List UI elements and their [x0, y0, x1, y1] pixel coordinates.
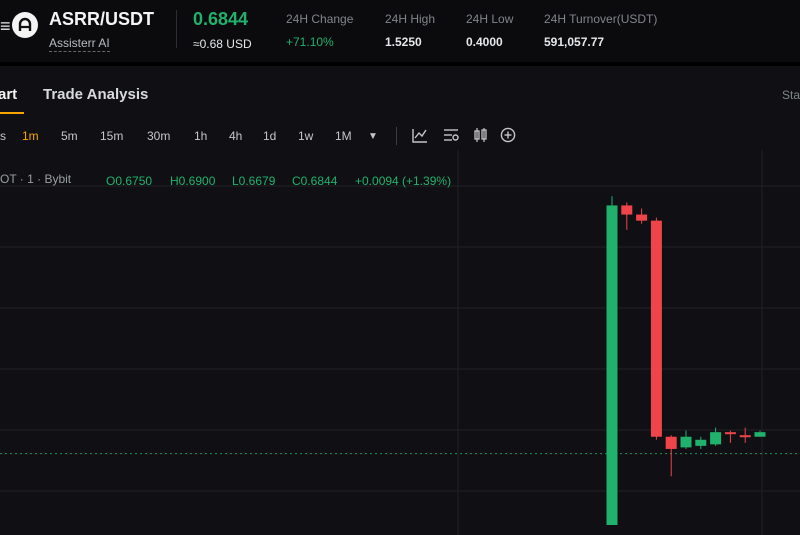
- interval-4h[interactable]: 4h: [229, 129, 242, 143]
- interval-30m[interactable]: 30m: [147, 129, 170, 143]
- candle-body: [606, 205, 618, 525]
- stat-label-24h-high: 24H High: [385, 12, 436, 26]
- tab-trade-analysis[interactable]: Trade Analysis: [43, 86, 148, 103]
- stat-label-24h-change: 24H Change: [286, 12, 354, 26]
- interval-1d[interactable]: 1d: [263, 129, 276, 143]
- candle-body: [680, 436, 692, 448]
- chart-legend-source: OT · 1 · Bybit: [0, 172, 72, 186]
- candle-body: [754, 432, 766, 437]
- tab-chart[interactable]: art: [0, 86, 17, 103]
- interval-1w[interactable]: 1w: [298, 129, 313, 143]
- stat-value-24h-high: 1.5250: [385, 35, 422, 49]
- interval-1h[interactable]: 1h: [194, 129, 207, 143]
- menu-icon[interactable]: ≡: [0, 16, 11, 37]
- candle-body: [724, 432, 736, 435]
- interval-1M[interactable]: 1M: [335, 129, 352, 143]
- trading-pair-title[interactable]: ASRR/USDT: [49, 9, 154, 30]
- indicators-icon[interactable]: [412, 127, 428, 146]
- stat-value-24h-low: 0.4000: [466, 35, 503, 49]
- candle-body: [739, 435, 751, 438]
- candle-body: [665, 436, 677, 449]
- candle-body: [636, 214, 648, 221]
- candlestick-chart[interactable]: [0, 150, 800, 535]
- interval-15m[interactable]: 15m: [100, 129, 123, 143]
- candle-body: [650, 220, 662, 437]
- stat-label-24h-low: 24H Low: [466, 12, 514, 26]
- interval-5m[interactable]: 5m: [61, 129, 78, 143]
- tab-standard[interactable]: Sta: [782, 88, 800, 102]
- last-price: 0.6844: [193, 9, 249, 29]
- stat-label-24h-turnover: 24H Turnover(USDT): [544, 12, 658, 26]
- interval-dropdown-icon[interactable]: ▼: [368, 131, 378, 142]
- active-tab-indicator: [0, 112, 24, 114]
- token-name[interactable]: Assisterr AI: [49, 36, 110, 52]
- fiat-price: ≈0.68 USD: [193, 37, 252, 51]
- header-divider: [176, 10, 177, 48]
- candle-body: [710, 432, 722, 445]
- legend-close: C0.6844: [292, 174, 338, 188]
- candle-body: [695, 439, 707, 446]
- legend-high: H0.6900: [170, 174, 216, 188]
- candle-body: [621, 205, 633, 215]
- candle-type-icon[interactable]: [473, 127, 489, 146]
- legend-low: L0.6679: [232, 174, 276, 188]
- stat-value-24h-change: +71.10%: [286, 35, 334, 49]
- market-header: ≡ ASRR/USDT Assisterr AI 0.6844 ≈0.68 US…: [0, 0, 800, 66]
- token-logo-icon: [12, 12, 38, 38]
- stat-value-24h-turnover: 591,057.77: [544, 35, 605, 49]
- toolbar-divider: [396, 127, 397, 145]
- interval-1m[interactable]: 1m: [22, 129, 39, 143]
- legend-open: O0.6750: [106, 174, 153, 188]
- chart-settings-icon[interactable]: [443, 127, 459, 146]
- legend-change: +0.0094 (+1.39%): [355, 174, 452, 188]
- interval-seconds[interactable]: s: [0, 129, 6, 143]
- add-icon[interactable]: [500, 127, 516, 146]
